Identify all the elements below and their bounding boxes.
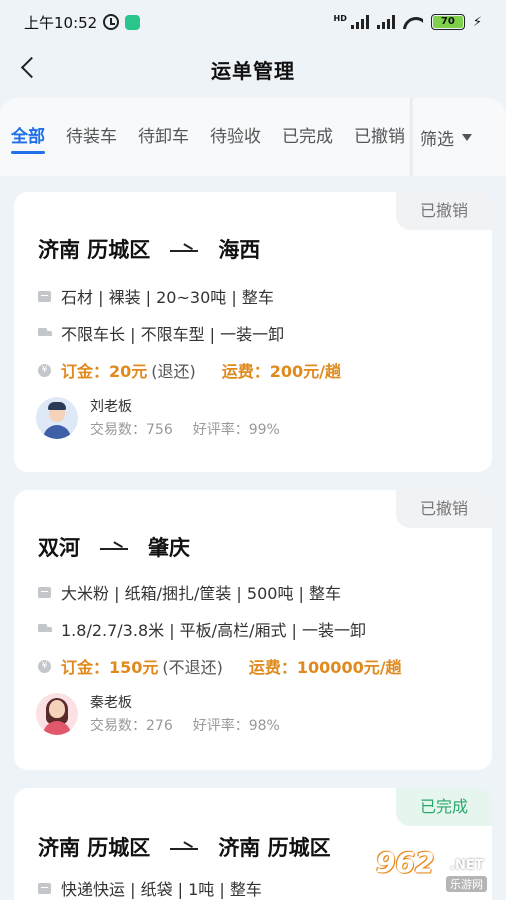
deposit: 订金：150元 (61, 658, 159, 677)
route-destination: 海西 (218, 238, 261, 262)
deposit: 订金：20元 (61, 362, 148, 381)
status-badge: 已撤销 (396, 192, 492, 230)
signal-icon (350, 15, 369, 29)
back-icon[interactable] (16, 54, 46, 84)
goods-icon (38, 586, 51, 598)
vehicle-info: 不限车长 | 不限车型 | 一装一卸 (61, 325, 285, 344)
price-line: ¥ 订金：150元 (不退还) 运费：100000元/趟 (38, 654, 402, 678)
goods-info: 大米粉 | 纸箱/捆扎/筐装 | 500吨 | 整车 (61, 584, 342, 603)
tab-revoked[interactable]: 已撤销 (354, 98, 405, 176)
vehicle-info: 1.8/2.7/3.8米 | 平板/高栏/厢式 | 一装一卸 (61, 621, 367, 640)
deposit-note: (退还) (151, 362, 196, 381)
goods-line: 大米粉 | 纸箱/捆扎/筐装 | 500吨 | 整车 (38, 580, 341, 604)
goods-icon (38, 882, 51, 894)
rating: 好评率：99% (192, 422, 280, 438)
goods-icon (38, 290, 51, 302)
route-origin: 济南 历城区 (38, 238, 151, 262)
yuan-icon: ¥ (38, 659, 51, 673)
signal-icon-2 (376, 15, 395, 29)
price-line: ¥ 订金：20元 (退还) 运费：200元/趟 (38, 358, 341, 382)
watermark-net: .NET (450, 858, 484, 873)
route-origin: 双河 (38, 536, 80, 560)
freight: 运费：200元/趟 (221, 362, 342, 381)
route: 济南 历城区 海西 (38, 234, 260, 264)
battery-icon: 70 (430, 14, 465, 30)
trade-count: 交易数：276 (90, 718, 173, 734)
caret-down-icon (462, 133, 472, 141)
battery-level: 70 (432, 16, 463, 28)
rating: 好评率：98% (192, 718, 280, 734)
route: 双河 肇庆 (38, 532, 190, 562)
alarm-icon (103, 14, 120, 30)
order-card[interactable]: 已撤销 双河 肇庆 大米粉 | 纸箱/捆扎/筐装 | 500吨 | 整车 1.8… (14, 490, 492, 770)
nav-bar: 运单管理 (0, 44, 506, 94)
vehicle-line: 1.8/2.7/3.8米 | 平板/高栏/厢式 | 一装一卸 (38, 617, 366, 641)
watermark-site-name: 乐游网 (446, 876, 487, 892)
status-bar: 上午10:52 HD 70 ⚡ (0, 0, 506, 44)
avatar (36, 396, 78, 439)
route: 济南 历城区 济南 历城区 (38, 832, 331, 862)
route-arrow-icon (100, 542, 128, 552)
goods-info: 石材 | 裸装 | 20~30吨 | 整车 (61, 288, 274, 307)
freight: 运费：100000元/趟 (248, 658, 402, 677)
trade-count: 交易数：756 (90, 422, 173, 438)
tabs-panel: 全部 待装车 待卸车 待验收 已完成 已撤销 筛选 (0, 98, 506, 176)
goods-line: 石材 | 裸装 | 20~30吨 | 整车 (38, 284, 274, 308)
route-destination: 肇庆 (148, 536, 190, 560)
hd-label: HD (333, 14, 347, 23)
deposit-note: (不退还) (162, 658, 223, 677)
route-origin: 济南 历城区 (38, 836, 151, 860)
page-title: 运单管理 (211, 58, 295, 83)
tab-to-inspect[interactable]: 待验收 (210, 98, 261, 176)
owner-stats: 交易数：756 好评率：99% (90, 419, 280, 439)
owner-stats: 交易数：276 好评率：98% (90, 715, 280, 735)
watermark-number: 962 (376, 846, 435, 879)
owner-name: 刘老板 (90, 399, 132, 415)
status-badge: 已完成 (396, 788, 492, 826)
route-destination: 济南 历城区 (218, 836, 331, 860)
status-badge: 已撤销 (396, 490, 492, 528)
tab-completed[interactable]: 已完成 (282, 98, 333, 176)
watermark-logo: 962 .NET 乐游网 (366, 846, 502, 896)
status-tabs: 全部 待装车 待卸车 待验收 已完成 已撤销 (0, 98, 412, 176)
tab-to-unload[interactable]: 待卸车 (138, 98, 189, 176)
app-notification-icon (125, 14, 141, 30)
route-arrow-icon (170, 244, 199, 254)
owner-name: 秦老板 (90, 695, 132, 711)
goods-info: 快递快运 | 纸袋 | 1吨 | 整车 (61, 880, 262, 899)
vehicle-line: 不限车长 | 不限车型 | 一装一卸 (38, 321, 284, 345)
tab-all[interactable]: 全部 (11, 98, 45, 176)
truck-icon (38, 624, 52, 634)
yuan-icon: ¥ (38, 363, 51, 377)
filter-button[interactable]: 筛选 (420, 98, 472, 176)
truck-icon (38, 328, 52, 338)
order-card[interactable]: 已撤销 济南 历城区 海西 石材 | 裸装 | 20~30吨 | 整车 不限车长… (14, 192, 492, 472)
status-time: 上午10:52 (24, 13, 98, 32)
tab-to-load[interactable]: 待装车 (66, 98, 117, 176)
avatar (36, 692, 78, 735)
filter-label: 筛选 (420, 129, 454, 150)
owner-info: 刘老板 交易数：756 好评率：99% (36, 396, 280, 439)
route-arrow-icon (170, 842, 199, 852)
charging-icon: ⚡ (472, 14, 482, 30)
tab-divider (410, 98, 414, 176)
owner-info: 秦老板 交易数：276 好评率：98% (36, 692, 280, 735)
wifi-icon (403, 15, 423, 29)
goods-line: 快递快运 | 纸袋 | 1吨 | 整车 (38, 876, 262, 900)
